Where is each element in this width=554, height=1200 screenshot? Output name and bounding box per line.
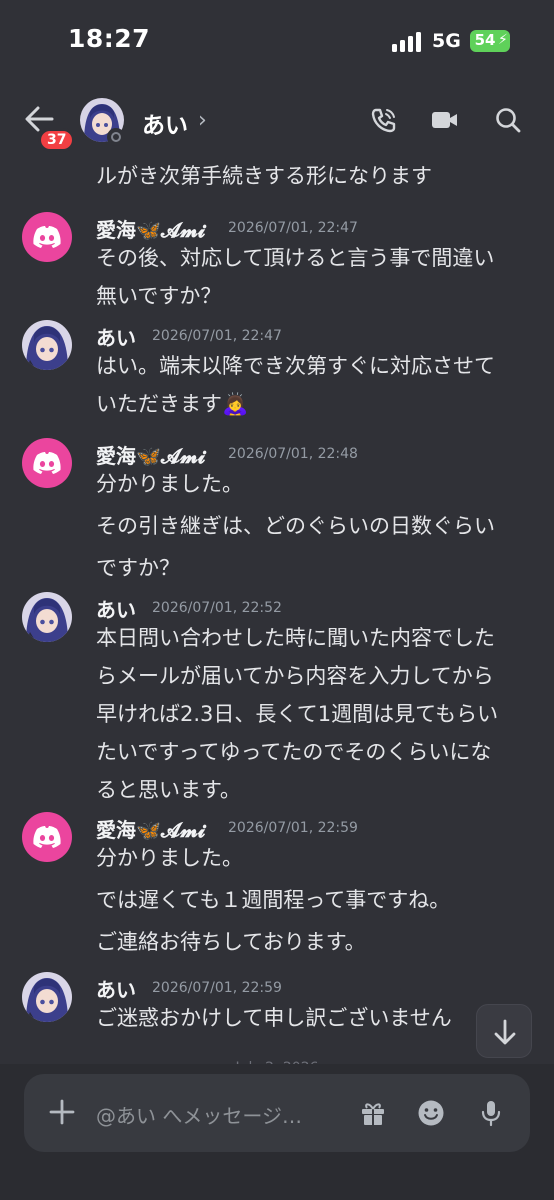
phone-call-button[interactable] <box>370 106 398 134</box>
message-author[interactable]: あい <box>96 322 136 351</box>
message-author[interactable]: 愛海🦋𝓐𝓶𝓲 <box>96 440 205 469</box>
add-attachment-button[interactable] <box>46 1096 78 1128</box>
message-text: いただきます🙇‍♀️ <box>96 392 249 416</box>
message-text: その後、対応して頂けると言う事で間違い <box>96 246 495 270</box>
gift-button[interactable] <box>358 1098 388 1128</box>
video-icon <box>432 112 457 128</box>
message-timestamp: 2026/07/01, 22:48 <box>228 446 358 462</box>
video-call-button[interactable] <box>430 106 458 134</box>
search-button[interactable] <box>494 106 522 134</box>
avatar[interactable] <box>22 212 72 262</box>
message-text: ですか？ <box>96 556 180 580</box>
message-timestamp: 2026/07/01, 22:52 <box>152 600 282 616</box>
message-author[interactable]: あい <box>96 974 136 1003</box>
status-time: 18:27 <box>68 24 151 53</box>
battery-level: 54 <box>474 31 496 49</box>
avatar[interactable] <box>22 812 72 862</box>
message-timestamp: 2026/07/01, 22:47 <box>228 220 358 236</box>
voice-message-button[interactable] <box>476 1098 506 1128</box>
arrow-down-icon <box>494 1019 516 1045</box>
message-composer[interactable]: @あい へメッセージ… <box>24 1074 530 1152</box>
message-timestamp: 2026/07/01, 22:59 <box>228 820 358 836</box>
phone-icon <box>371 108 396 133</box>
message-text: その引き継ぎは、どのぐらいの日数ぐらい <box>96 514 495 538</box>
message-text: ご連絡お待ちしております。 <box>96 930 366 954</box>
unread-badge: 37 <box>38 128 76 152</box>
signal-icon <box>392 32 422 52</box>
message-text: らメールが届いてから内容を入力してから <box>96 664 494 688</box>
network-label: 5G <box>432 30 461 52</box>
message-text: 分かりました。 <box>96 472 243 496</box>
message-text: 早ければ2.3日、長くて1週間は見てもらい <box>96 702 499 726</box>
avatar[interactable] <box>22 438 72 488</box>
message-text: 無いですか？ <box>96 284 222 308</box>
message-text: たいですってゆってたのでそのくらいにな <box>96 740 492 764</box>
anime-avatar-image <box>22 320 72 370</box>
anime-avatar-image <box>22 592 72 642</box>
message-text: ご迷惑おかけして申し訳ございません <box>96 1006 452 1030</box>
plus-icon <box>49 1099 75 1125</box>
message-text: 分かりました。 <box>96 846 243 870</box>
message-text: ルがき次第手続きする形になります <box>96 164 432 188</box>
avatar[interactable] <box>22 320 72 370</box>
emoji-icon <box>418 1100 444 1126</box>
gift-icon <box>362 1103 384 1125</box>
emoji-button[interactable] <box>416 1098 446 1128</box>
chat-title[interactable]: あい <box>142 106 188 140</box>
mic-icon <box>481 1101 501 1127</box>
charging-bolt-icon: ⚡ <box>498 32 508 48</box>
message-text: はい。端末以降でき次第すぐに対応させて <box>96 354 495 378</box>
status-bar: 18:27 5G 54 ⚡ <box>0 0 554 80</box>
message-text: ると思います。 <box>96 778 241 802</box>
avatar[interactable] <box>22 972 72 1022</box>
message-author[interactable]: 愛海🦋𝓐𝓶𝓲 <box>96 214 205 243</box>
search-icon <box>496 108 521 133</box>
chat-header: 37 あい › <box>0 92 554 152</box>
discord-logo-icon <box>33 226 61 248</box>
message-author[interactable]: あい <box>96 594 136 623</box>
presence-status-icon <box>107 128 125 146</box>
anime-avatar-image <box>22 972 72 1022</box>
jump-to-latest-button[interactable] <box>476 1004 532 1058</box>
discord-logo-icon <box>33 452 61 474</box>
message-text: では遅くても１週間程って事ですね。 <box>96 888 451 912</box>
composer-area: @あい へメッセージ… <box>0 1064 554 1200</box>
chevron-right-icon[interactable]: › <box>198 108 207 133</box>
message-timestamp: 2026/07/01, 22:47 <box>152 328 282 344</box>
avatar[interactable] <box>22 592 72 642</box>
message-timestamp: 2026/07/01, 22:59 <box>152 980 282 996</box>
message-author[interactable]: 愛海🦋𝓐𝓶𝓲 <box>96 814 205 843</box>
discord-logo-icon <box>33 826 61 848</box>
message-text: 本日問い合わせした時に聞いた内容でした <box>96 626 495 650</box>
message-list[interactable]: ルがき次第手続きする形になります 愛海🦋𝓐𝓶𝓲 2026/07/01, 22:47… <box>0 152 554 1064</box>
message-input[interactable]: @あい へメッセージ… <box>96 1100 302 1129</box>
battery-icon: 54 ⚡ <box>470 30 510 52</box>
